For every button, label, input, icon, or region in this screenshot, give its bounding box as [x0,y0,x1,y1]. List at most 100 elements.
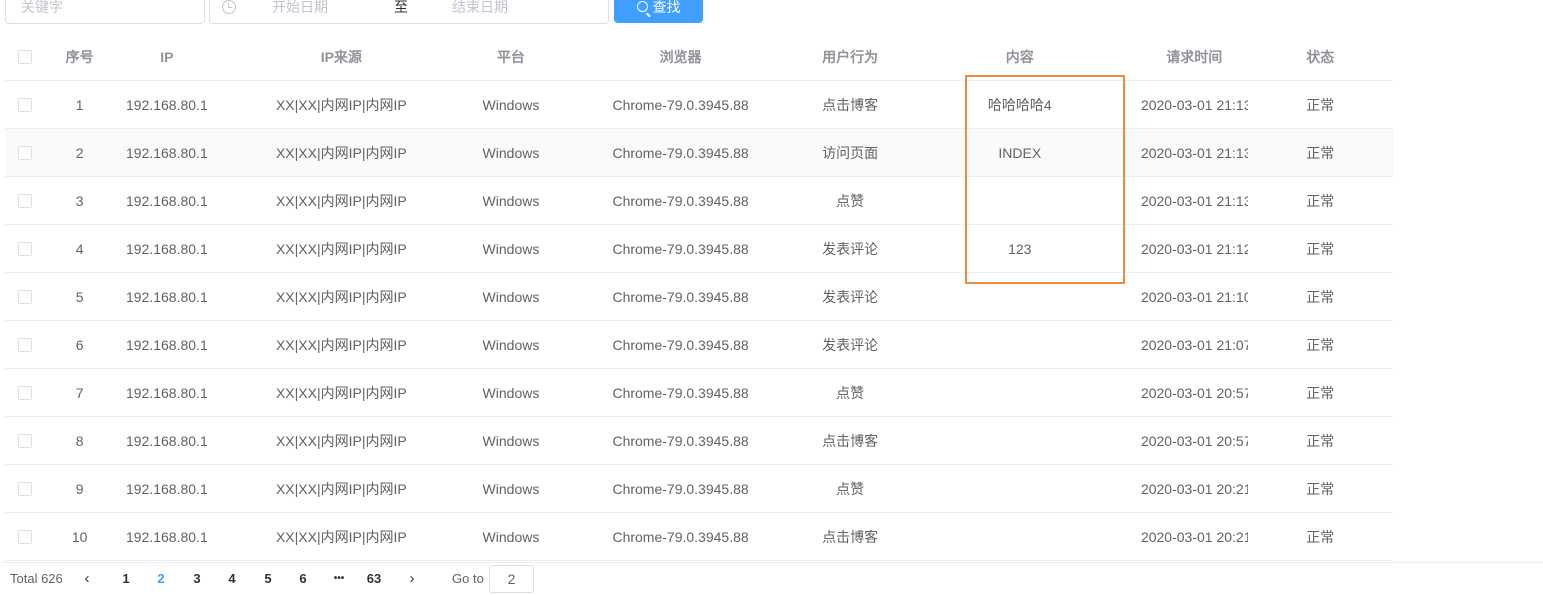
clock-icon [222,0,236,14]
cell-status: 正常 [1306,288,1335,305]
chevron-right-icon[interactable]: › [402,569,422,589]
goto-input[interactable]: 2 [489,565,534,593]
cell-browser: Chrome-79.0.3945.88 [612,192,749,209]
header-status[interactable]: 状态 [1248,47,1393,67]
page-2[interactable]: 2 [146,569,176,589]
table-row[interactable]: 5 192.168.80.1 XX|XX|内网IP|内网IP Windows Chrom… [5,273,1393,321]
cell-status: 正常 [1306,144,1335,161]
page-1[interactable]: 1 [111,569,141,589]
header-user-action[interactable]: 用户行为 [802,47,899,67]
cell-platform: Windows [482,240,540,257]
row-select-cell [5,289,46,304]
range-separator: 至 [394,0,408,15]
row-select-cell [5,193,46,208]
cell-user-action: 点赞 [836,480,865,497]
cell-browser: Chrome-79.0.3945.88 [612,336,749,353]
cell-platform: Windows [482,384,540,401]
cell-ip-source: XX|XX|内网IP|内网IP [275,96,407,113]
pagination: Total 626 ‹ 1 2 3 4 5 6 ••• 63 › Go to 2 [0,562,1543,595]
cell-ip-source: XX|XX|内网IP|内网IP [275,336,407,353]
date-range-picker[interactable]: 开始日期 至 结束日期 [209,0,609,24]
cell-platform: Windows [482,432,540,449]
table-row[interactable]: 3 192.168.80.1 XX|XX|内网IP|内网IP Windows Chrom… [5,177,1393,225]
page-6[interactable]: 6 [288,569,318,589]
table-header-row: 序号 IP IP来源 平台 浏览器 用户行为 内容 请求时间 状态 [5,33,1393,81]
row-checkbox[interactable] [18,241,33,256]
page-5[interactable]: 5 [253,569,283,589]
cell-ip: 192.168.80.1 [125,336,208,353]
cell-request-time: 2020-03-01 21:13:29 [1140,96,1248,113]
header-ip[interactable]: IP [114,49,221,65]
row-checkbox[interactable] [18,385,33,400]
table-row[interactable]: 2 192.168.80.1 XX|XX|内网IP|内网IP Windows Chrom… [5,129,1393,177]
cell-ip: 192.168.80.1 [125,384,208,401]
end-date-input[interactable]: 结束日期 [452,0,592,23]
cell-index: 2 [75,144,84,161]
page-ellipsis[interactable]: ••• [324,569,354,589]
table-row[interactable]: 9 192.168.80.1 XX|XX|内网IP|内网IP Windows Chrom… [5,465,1393,513]
table-row[interactable]: 8 192.168.80.1 XX|XX|内网IP|内网IP Windows Chrom… [5,417,1393,465]
cell-platform: Windows [482,288,540,305]
cell-browser: Chrome-79.0.3945.88 [612,432,749,449]
header-request-time[interactable]: 请求时间 [1141,47,1248,67]
total-count: Total 626 [10,571,63,586]
table-row[interactable]: 7 192.168.80.1 XX|XX|内网IP|内网IP Windows Chrom… [5,369,1393,417]
search-icon [636,1,648,12]
row-checkbox[interactable] [18,529,33,544]
cell-platform: Windows [482,192,540,209]
cell-ip-source: XX|XX|内网IP|内网IP [275,192,407,209]
header-browser[interactable]: 浏览器 [559,47,801,67]
header-index[interactable]: 序号 [46,47,114,67]
table-row[interactable]: 10 192.168.80.1 XX|XX|内网IP|内网IP Windows Chro… [5,513,1393,561]
row-select-cell [5,529,46,544]
cell-user-action: 点击博客 [822,432,879,449]
cell-platform: Windows [482,480,540,497]
table-row[interactable]: 6 192.168.80.1 XX|XX|内网IP|内网IP Windows Chrom… [5,321,1393,369]
header-content[interactable]: 内容 [899,47,1141,67]
cell-user-action: 点赞 [836,384,865,401]
cell-status: 正常 [1306,240,1335,257]
page-last[interactable]: 63 [359,569,389,589]
row-select-cell [5,97,46,112]
cell-ip-source: XX|XX|内网IP|内网IP [275,480,407,497]
cell-ip: 192.168.80.1 [125,96,208,113]
page-3[interactable]: 3 [182,569,212,589]
search-button[interactable]: 查找 [614,0,703,23]
cell-request-time: 2020-03-01 20:21:41 [1140,480,1248,497]
table-row[interactable]: 4 192.168.80.1 XX|XX|内网IP|内网IP Windows Chrom… [5,225,1393,273]
row-checkbox[interactable] [18,433,33,448]
table-row[interactable]: 1 192.168.80.1 XX|XX|内网IP|内网IP Windows Chrom… [5,81,1393,129]
row-checkbox[interactable] [18,289,33,304]
cell-index: 8 [75,432,84,449]
cell-request-time: 2020-03-01 20:57:06 [1140,432,1248,449]
table-body: 1 192.168.80.1 XX|XX|内网IP|内网IP Windows Chrom… [5,81,1393,561]
row-select-cell [5,385,46,400]
header-platform[interactable]: 平台 [462,47,559,67]
page-4[interactable]: 4 [217,569,247,589]
select-all-checkbox[interactable] [18,49,33,64]
cell-request-time: 2020-03-01 20:57:47 [1140,384,1248,401]
cell-request-time: 2020-03-01 21:07:02 [1140,336,1248,353]
cell-request-time: 2020-03-01 21:13:09 [1140,192,1248,209]
row-checkbox[interactable] [18,193,33,208]
cell-status: 正常 [1306,96,1335,113]
cell-index: 5 [75,288,84,305]
chevron-left-icon[interactable]: ‹ [77,569,97,589]
cell-platform: Windows [482,144,540,161]
cell-browser: Chrome-79.0.3945.88 [612,480,749,497]
cell-browser: Chrome-79.0.3945.88 [612,144,749,161]
header-ip-source[interactable]: IP来源 [220,47,462,67]
keyword-input[interactable]: 关键字 [5,0,205,24]
cell-ip: 192.168.80.1 [125,192,208,209]
cell-index: 3 [75,192,84,209]
cell-status: 正常 [1306,336,1335,353]
row-checkbox[interactable] [18,481,33,496]
cell-ip-source: XX|XX|内网IP|内网IP [275,384,407,401]
row-select-cell [5,145,46,160]
row-checkbox[interactable] [18,337,33,352]
row-select-cell [5,241,46,256]
cell-content: 哈哈哈哈4 [987,96,1052,113]
row-checkbox[interactable] [18,145,33,160]
row-checkbox[interactable] [18,97,33,112]
cell-status: 正常 [1306,528,1335,545]
